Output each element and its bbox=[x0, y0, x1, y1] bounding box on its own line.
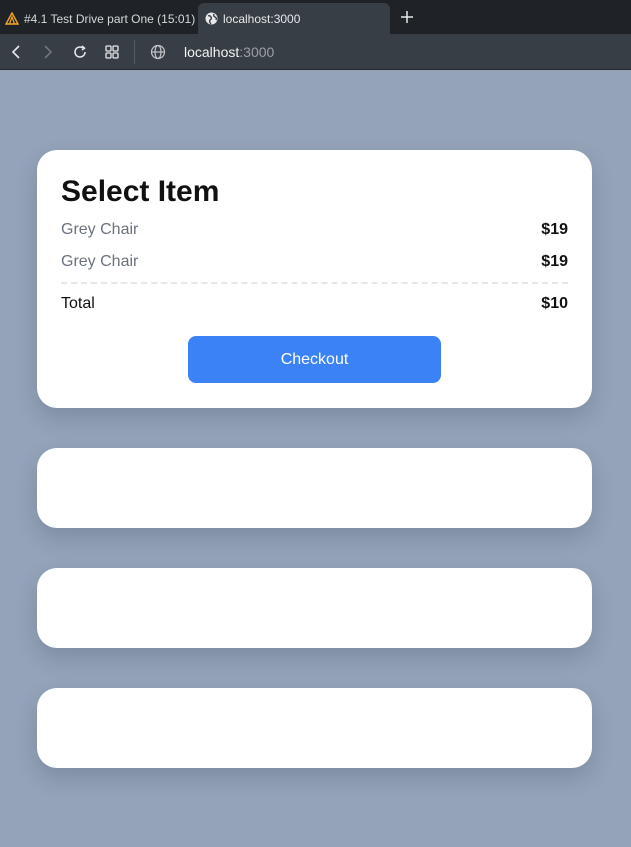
back-button[interactable] bbox=[7, 43, 25, 61]
browser-toolbar: localhost:3000 bbox=[0, 34, 631, 70]
globe-icon bbox=[204, 12, 218, 26]
item-name: Grey Chair bbox=[61, 221, 139, 238]
tab-inactive[interactable]: #4.1 Test Drive part One (15:01) bbox=[0, 3, 196, 34]
globe-icon bbox=[150, 44, 166, 60]
browser-tab-bar: #4.1 Test Drive part One (15:01) localho… bbox=[0, 0, 631, 34]
total-row: Total $10 bbox=[61, 293, 568, 315]
item-price: $19 bbox=[541, 221, 568, 238]
url-port: :3000 bbox=[239, 44, 275, 60]
reload-icon bbox=[74, 45, 86, 58]
item-price: $19 bbox=[541, 253, 568, 270]
card-title: Select Item bbox=[61, 175, 220, 208]
tab-grid-button[interactable] bbox=[103, 43, 121, 61]
checkout-button[interactable]: Checkout bbox=[188, 336, 441, 383]
reload-button[interactable] bbox=[71, 43, 89, 61]
chevron-left-icon bbox=[11, 45, 20, 59]
chevron-right-icon bbox=[44, 45, 53, 59]
url-host: localhost bbox=[184, 44, 240, 60]
empty-card bbox=[37, 688, 592, 768]
tab-label: #4.1 Test Drive part One (15:01) bbox=[24, 11, 196, 26]
total-label: Total bbox=[61, 295, 95, 312]
warning-triangle-icon bbox=[5, 12, 19, 26]
site-info-button[interactable] bbox=[149, 43, 167, 61]
toolbar-divider bbox=[134, 40, 135, 64]
empty-card bbox=[37, 448, 592, 528]
item-name: Grey Chair bbox=[61, 253, 139, 270]
cart-card: Select Item Grey Chair $19 Grey Chair $1… bbox=[37, 150, 592, 408]
empty-card bbox=[37, 568, 592, 648]
total-value: $10 bbox=[541, 295, 568, 312]
page-content: Select Item Grey Chair $19 Grey Chair $1… bbox=[0, 70, 631, 847]
new-tab-button[interactable] bbox=[399, 6, 415, 28]
dashed-divider bbox=[61, 282, 568, 284]
grid-icon bbox=[105, 45, 119, 59]
tab-label: localhost:3000 bbox=[223, 11, 301, 26]
address-bar[interactable]: localhost:3000 bbox=[184, 42, 274, 62]
forward-button[interactable] bbox=[39, 43, 57, 61]
list-item: Grey Chair $19 bbox=[61, 219, 568, 241]
tab-active[interactable]: localhost:3000 bbox=[198, 3, 390, 34]
plus-icon bbox=[401, 11, 413, 23]
list-item: Grey Chair $19 bbox=[61, 251, 568, 273]
